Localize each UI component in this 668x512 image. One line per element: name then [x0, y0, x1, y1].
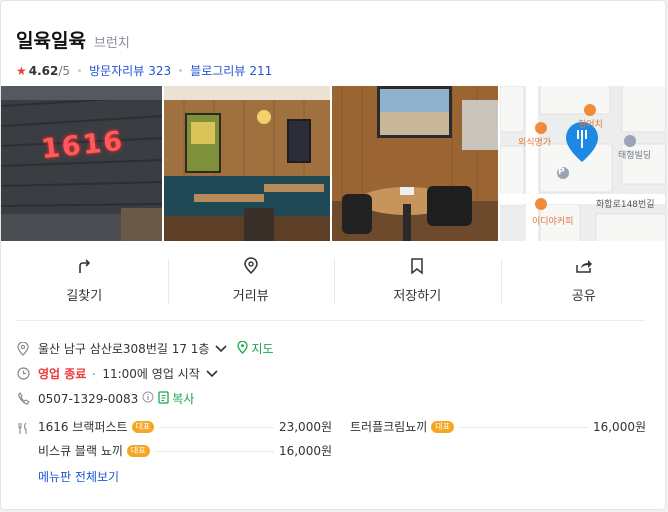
map-link[interactable]: 지도: [251, 340, 273, 357]
directions-label: 길찾기: [66, 288, 103, 304]
copy-button[interactable]: 복사: [172, 390, 194, 407]
map-label-restaurant1: 외식명가: [518, 138, 552, 148]
map-label-street: 화합로148번길: [596, 200, 655, 210]
separator-dot: [78, 69, 82, 72]
map-label-building: 태형빌딩: [618, 151, 652, 161]
section-divider: [16, 320, 645, 321]
phone-info-icon[interactable]: [142, 391, 154, 406]
business-status: 영업 종료: [38, 367, 87, 381]
visitor-review-count[interactable]: 323: [148, 64, 171, 78]
separator-dot: [93, 372, 96, 375]
map-label-restaurant2: 청어치: [578, 120, 603, 130]
phone-icon: [16, 392, 30, 406]
address-expand-chevron-icon[interactable]: [215, 342, 228, 356]
info-section: 울산 남구 삼산로308번길 17 1층 지도 영업 종료 11:00에 영업 …: [16, 336, 646, 484]
menu-item-price: 23,000원: [278, 420, 332, 434]
dotted-leader: [160, 426, 273, 428]
photo-storefront[interactable]: 1616: [1, 86, 162, 241]
separator-dot: [179, 69, 183, 72]
address-row: 울산 남구 삼산로308번길 17 1층 지도: [16, 336, 645, 361]
streetview-label: 거리뷰: [232, 288, 269, 304]
menu-item[interactable]: 트러플크림뇨끼 대표 16,000원: [350, 418, 646, 435]
signature-badge: 대표: [126, 444, 150, 457]
map-pin-green-icon: [237, 340, 249, 357]
hours-expand-chevron-icon[interactable]: [206, 367, 218, 381]
signature-badge: 대표: [131, 420, 155, 433]
directions-icon: [79, 258, 91, 273]
phone-row: 0507-1329-0083 복사: [16, 386, 645, 411]
fork-knife-icon: [16, 421, 30, 435]
streetview-pin-icon: [243, 256, 258, 274]
photo-interior-booth[interactable]: [164, 86, 330, 241]
dotted-leader: [155, 450, 273, 452]
save-button[interactable]: 저장하기: [334, 241, 501, 319]
menu-item-price: 16,000원: [278, 444, 332, 458]
copy-icon[interactable]: [158, 390, 169, 407]
share-icon: [576, 259, 592, 273]
share-label: 공유: [571, 288, 596, 304]
place-card: 일육일육 브런치 ★ 4.62 /5 방문자리뷰 323 블로그리뷰 211 1…: [0, 0, 666, 510]
save-label: 저장하기: [393, 288, 442, 304]
place-header: 일육일육 브런치 ★ 4.62 /5 방문자리뷰 323 블로그리뷰 211: [16, 26, 272, 79]
menu-item[interactable]: 비스큐 블랙 뇨끼 대표 16,000원: [38, 442, 332, 459]
hours-row: 영업 종료 11:00에 영업 시작: [16, 361, 645, 386]
blog-review-link[interactable]: 블로그리뷰: [190, 62, 245, 79]
menu-item-name: 1616 브랙퍼스트: [38, 420, 128, 434]
signature-badge: 대표: [431, 420, 455, 433]
rating-max: /5: [58, 63, 71, 78]
photo-interior-table[interactable]: [332, 86, 498, 241]
menu-item[interactable]: 1616 브랙퍼스트 대표 23,000원: [38, 418, 332, 435]
location-pin-icon: [16, 341, 30, 356]
menu-item-price: 16,000원: [592, 420, 646, 434]
menu-item-name: 트러플크림뇨끼: [350, 420, 428, 434]
action-bar: 길찾기 거리뷰 저장하기 공유: [1, 241, 666, 319]
place-title[interactable]: 일육일육: [16, 26, 86, 53]
map-label-parking: P: [558, 167, 565, 177]
photo-strip: 1616 외식명가 청어치 태형빌딩 P 화합로148번길 이디야커피: [1, 86, 665, 241]
menu-item-name: 비스큐 블랙 뇨끼: [38, 444, 123, 458]
clock-icon: [16, 367, 30, 381]
phone-number[interactable]: 0507-1329-0083: [38, 392, 138, 406]
streetview-button[interactable]: 거리뷰: [167, 241, 335, 319]
star-icon: ★: [16, 63, 27, 78]
photo-map[interactable]: 외식명가 청어치 태형빌딩 P 화합로148번길 이디야커피: [500, 86, 665, 241]
view-full-menu-link[interactable]: 메뉴판 전체보기: [38, 468, 119, 485]
rating-value: 4.62: [28, 63, 59, 78]
directions-button[interactable]: 길찾기: [1, 241, 168, 319]
dotted-leader: [460, 426, 587, 428]
bookmark-icon: [411, 257, 423, 275]
visitor-review-link[interactable]: 방문자리뷰: [89, 62, 144, 79]
rating-row: ★ 4.62 /5 방문자리뷰 323 블로그리뷰 211: [16, 62, 272, 79]
place-category: 브런치: [93, 36, 130, 51]
map-label-cafe: 이디야커피: [532, 217, 574, 227]
share-button[interactable]: 공유: [500, 241, 666, 319]
blog-review-count[interactable]: 211: [249, 64, 272, 78]
next-open-time: 11:00에 영업 시작: [102, 367, 200, 381]
address-text: 울산 남구 삼산로308번길 17 1층: [38, 342, 210, 356]
